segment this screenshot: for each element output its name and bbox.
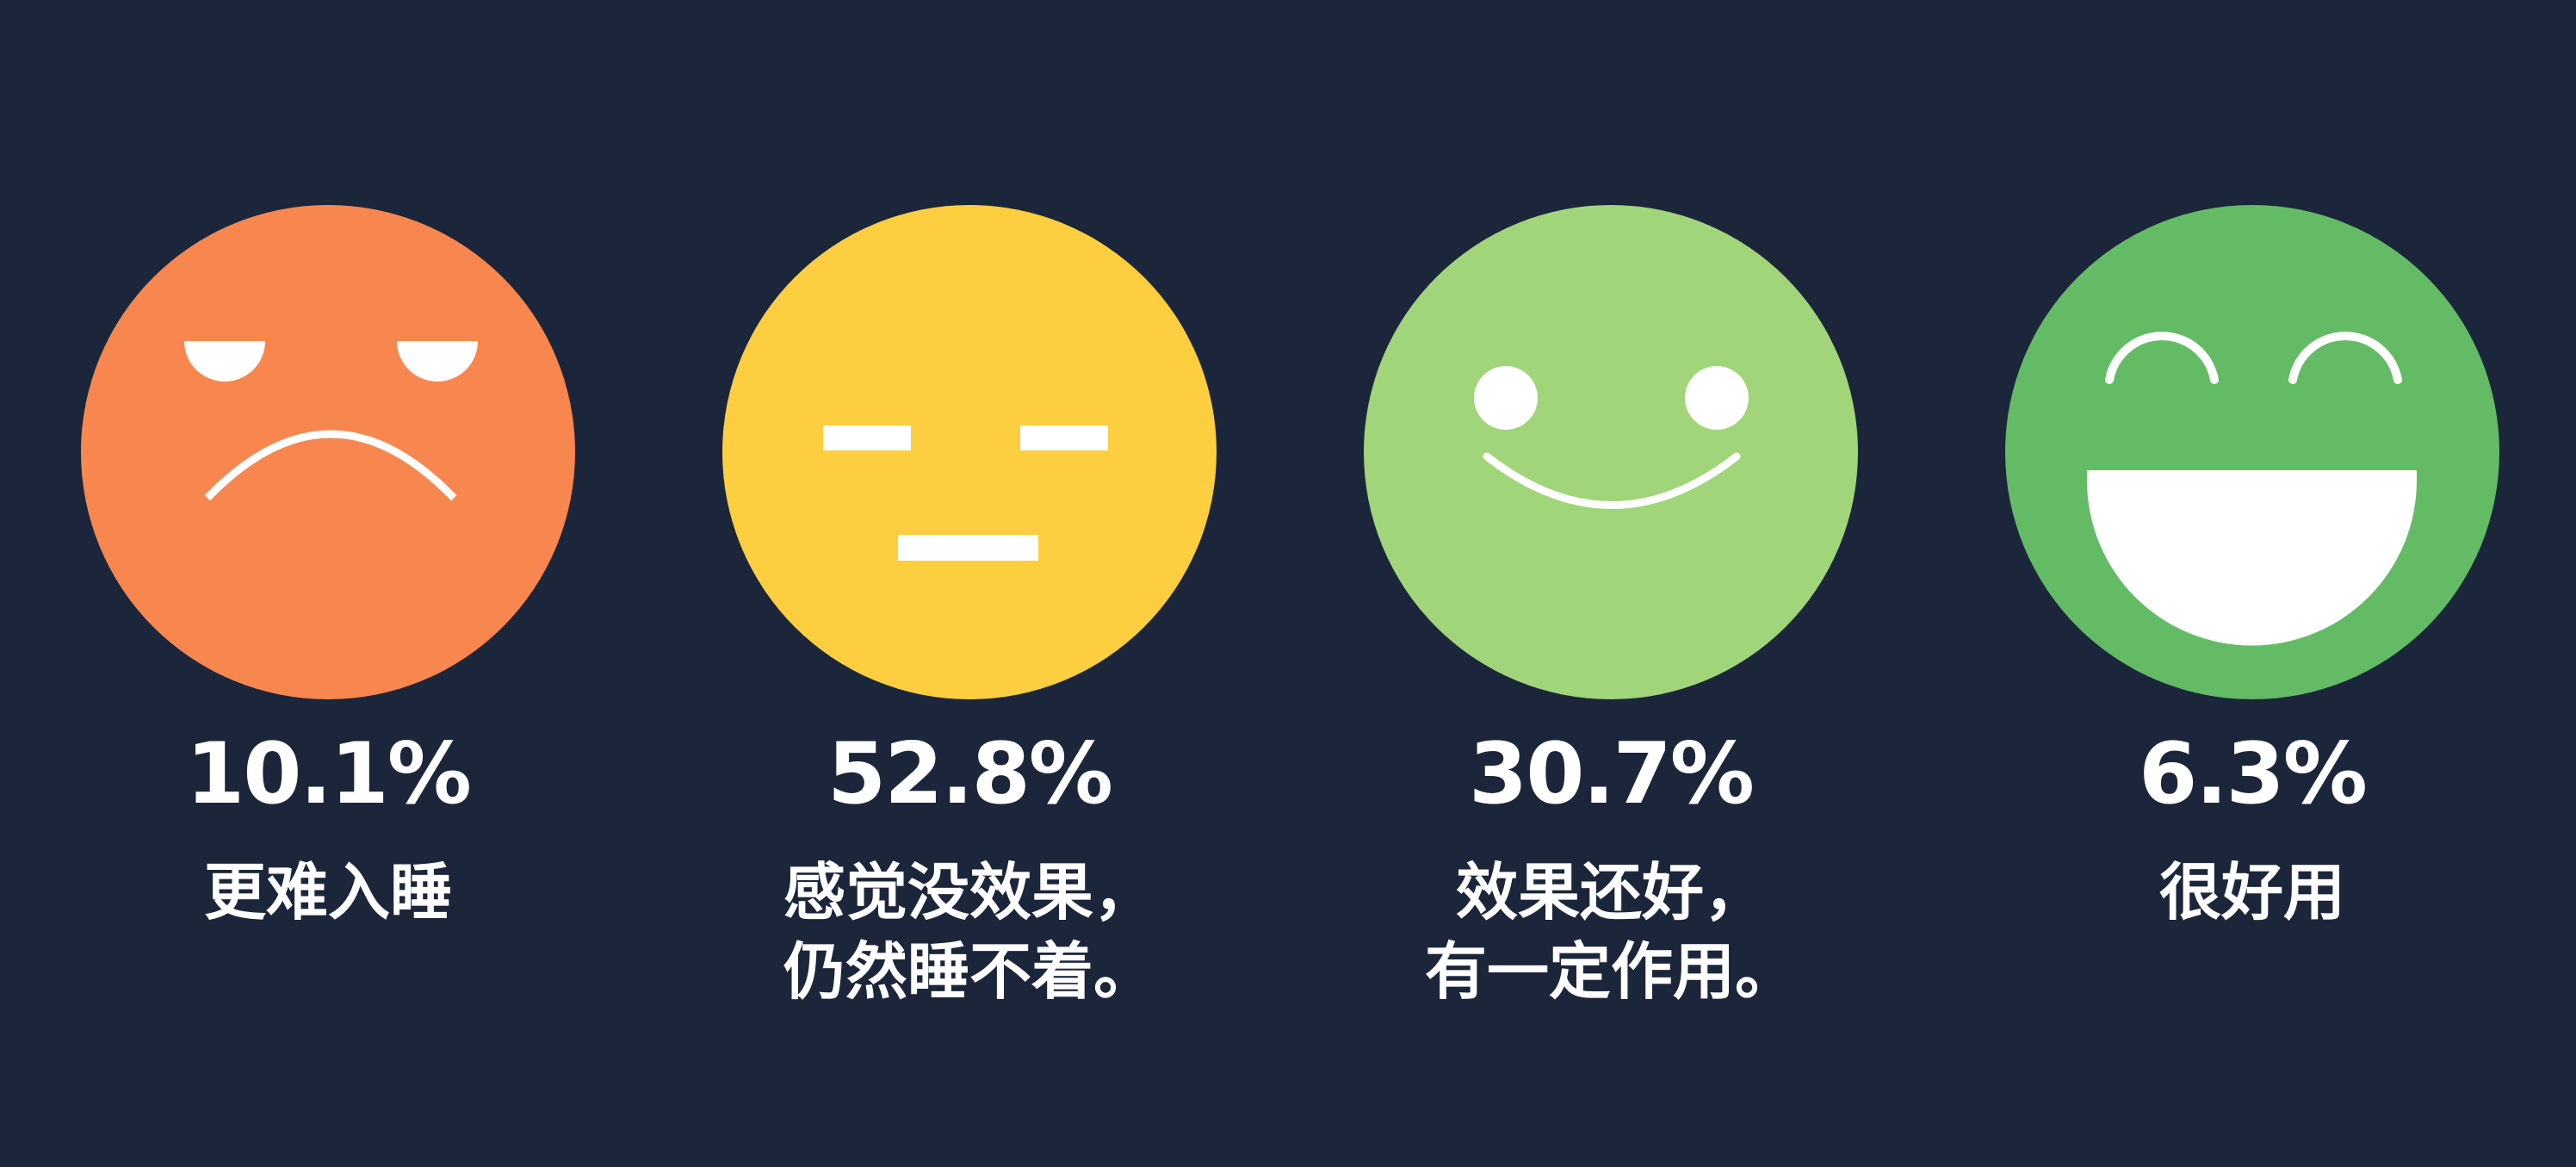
percentage-value: 6.3% (2139, 725, 2368, 823)
description-line: 感觉没效果， (783, 856, 1155, 928)
rating-item-somewhat-effective: 30.7% 效果还好， 有一定作用。 (1291, 205, 1931, 1032)
rating-description: 感觉没效果， 仍然睡不着。 (649, 853, 1290, 1011)
rating-item-harder-to-sleep: 10.1% 更难入睡 (8, 205, 648, 1032)
rating-description: 效果还好， 有一定作用。 (1291, 853, 1931, 1011)
neutral-face-icon (722, 205, 1217, 699)
description-line: 更难入睡 (203, 856, 452, 928)
description-line: 仍然睡不着。 (783, 935, 1155, 1008)
smiling-face-icon (1364, 205, 1858, 699)
description-line: 有一定作用。 (1424, 935, 1797, 1008)
percentage-value: 30.7% (1469, 725, 1755, 823)
description-line: 效果还好， (1455, 856, 1766, 928)
rating-item-very-useful: 6.3% 很好用 (1932, 205, 2573, 1032)
description-line: 很好用 (2158, 856, 2345, 928)
percentage-value: 52.8% (827, 725, 1113, 823)
angry-face-icon (81, 205, 575, 699)
rating-description: 很好用 (1932, 853, 2573, 932)
percentage-value: 10.1% (186, 725, 472, 823)
laughing-face-icon (2005, 205, 2499, 699)
satisfaction-survey-panel: 10.1% 更难入睡 52.8% 感觉没效果， 仍然睡不着。 30.7% 效果还… (0, 0, 2576, 1167)
rating-item-no-effect: 52.8% 感觉没效果， 仍然睡不着。 (649, 205, 1290, 1032)
rating-description: 更难入睡 (8, 853, 648, 932)
